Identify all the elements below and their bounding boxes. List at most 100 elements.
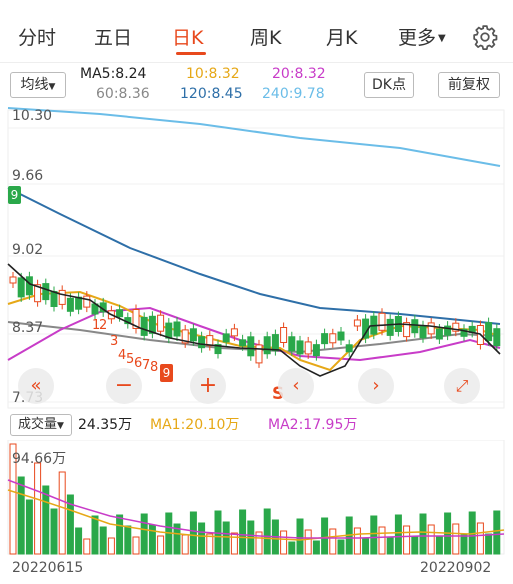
volume-bar (378, 526, 386, 555)
scroll-left-icon[interactable]: « (18, 368, 54, 404)
seq-marker: 2 (99, 318, 108, 333)
volume-bar (140, 513, 148, 555)
candle-body (419, 325, 427, 339)
candle-body (312, 344, 320, 357)
candle-body (263, 336, 271, 355)
caret-down-icon: ▼ (438, 33, 446, 44)
volume-bar (370, 515, 378, 555)
ma5-value: MA5:8.24 (80, 66, 147, 82)
tab-more-label: 更多 (398, 27, 437, 49)
volume-bar (386, 537, 394, 555)
volume-chart[interactable] (0, 440, 513, 555)
volume-bar (25, 499, 33, 555)
fullscreen-icon[interactable]: ⤢ (444, 368, 480, 404)
candle-body (157, 314, 165, 332)
candlestick-chart[interactable] (0, 104, 513, 410)
volume-bar (34, 462, 42, 555)
adjust-button[interactable]: 前复权 (438, 72, 500, 98)
candle-body (9, 276, 17, 284)
start-date: 20220615 (12, 560, 84, 576)
volume-bar (75, 527, 83, 555)
volume-bar (493, 510, 501, 555)
volume-bar (411, 536, 419, 555)
candle-body (288, 336, 296, 352)
tab-five-day[interactable]: 五日 (94, 23, 132, 50)
candle-body (247, 336, 255, 357)
candle-body (42, 283, 50, 301)
chevron-left-icon[interactable]: ‹ (278, 368, 314, 404)
volume-bar (99, 526, 107, 555)
volume-bar (222, 521, 230, 555)
ma240-value: 240:9.78 (262, 86, 325, 102)
candle-body (116, 309, 124, 318)
volume-bar (304, 529, 312, 555)
volume-bar (460, 534, 468, 555)
volume-bar (403, 525, 411, 555)
candle-body (435, 328, 443, 340)
candle-body (140, 316, 148, 336)
ma120-value: 120:8.45 (180, 86, 243, 102)
volume-bar (419, 513, 427, 555)
volume-ma2: MA2:17.95万 (268, 417, 358, 433)
seq-marker: 8 (150, 360, 159, 375)
volume-bar (288, 541, 296, 555)
volume-bar (50, 508, 58, 555)
seq-marker: 3 (110, 334, 119, 349)
ma-selector[interactable]: 均线▼ (10, 72, 66, 98)
volume-bar (296, 518, 304, 555)
candle-body (427, 322, 435, 335)
candle-body (337, 331, 345, 341)
volume-bar (189, 511, 197, 555)
volume-bar (321, 517, 329, 555)
volume-bar (452, 523, 460, 555)
price-axis-label: 9.02 (12, 242, 44, 258)
candle-body (411, 319, 419, 334)
indicator-selector[interactable]: 成交量▼ (10, 414, 72, 436)
candle-body (75, 296, 83, 310)
candle-body (378, 312, 386, 331)
candle-body (329, 333, 337, 344)
gear-icon[interactable] (472, 24, 498, 50)
tab-intraday[interactable]: 分时 (18, 23, 56, 50)
nine-turn-badge: 9 (160, 364, 173, 382)
tab-more[interactable]: 更多 ▼ (398, 23, 446, 50)
candle-body (50, 291, 58, 307)
candle-body (25, 276, 33, 296)
volume-bar (435, 535, 443, 555)
tab-monthly-k[interactable]: 月K (326, 23, 357, 50)
candle-body (189, 328, 197, 342)
dk-point-button[interactable]: DK点 (364, 72, 414, 98)
volume-bar (58, 471, 66, 555)
nine-turn-badge-left: 9 (8, 186, 21, 204)
end-date: 20220902 (420, 560, 492, 576)
candle-body (165, 322, 173, 339)
candle-body (230, 328, 238, 337)
ma10-value: 10:8.32 (186, 66, 240, 82)
volume-bar (83, 538, 91, 555)
tab-daily-k[interactable]: 日K (172, 23, 203, 50)
volume-bar (157, 535, 165, 555)
chevron-right-icon[interactable]: › (358, 368, 394, 404)
zoom-in-icon[interactable]: + (190, 368, 226, 404)
period-tabs: 分时 五日 日K 周K 月K 更多 ▼ (0, 0, 513, 60)
volume-ma1: MA1:20.10万 (150, 417, 240, 433)
price-axis-label: 8.37 (12, 320, 44, 336)
active-tab-indicator (176, 52, 206, 55)
candle-body (66, 297, 74, 312)
candle-body (58, 289, 66, 305)
candle-body (493, 328, 501, 347)
divider (0, 62, 513, 63)
volume-bar (485, 533, 493, 555)
candle-body (321, 333, 329, 345)
volume-bar (148, 524, 156, 555)
zoom-out-icon[interactable]: − (106, 368, 142, 404)
volume-bar (394, 514, 402, 555)
caret-down-icon: ▼ (57, 421, 64, 431)
candle-body (485, 322, 493, 342)
ma60-value: 60:8.36 (96, 86, 150, 102)
indicator-selector-label: 成交量 (18, 417, 58, 432)
volume-bar (91, 515, 99, 555)
ma20-value: 20:8.32 (272, 66, 326, 82)
caret-down-icon: ▼ (48, 82, 56, 92)
tab-weekly-k[interactable]: 周K (250, 23, 281, 50)
